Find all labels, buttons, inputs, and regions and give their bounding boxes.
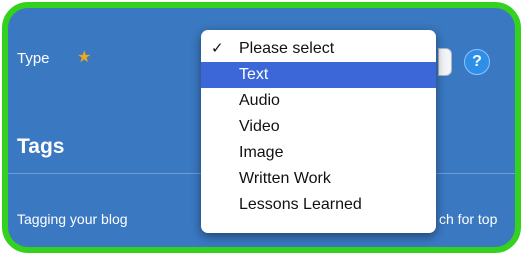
- tags-description-right: ch for top: [439, 211, 498, 227]
- option-label: Audio: [239, 92, 280, 109]
- option-please-select[interactable]: ✓ Please select: [201, 36, 436, 62]
- type-label: Type: [17, 50, 50, 67]
- option-text[interactable]: Text: [201, 62, 436, 88]
- required-star-icon: ★: [77, 49, 92, 66]
- help-button[interactable]: ?: [464, 49, 490, 75]
- option-video[interactable]: Video: [201, 114, 436, 140]
- option-label: Image: [239, 144, 284, 161]
- option-label: Please select: [239, 40, 335, 57]
- option-label: Text: [239, 66, 269, 83]
- option-audio[interactable]: Audio: [201, 88, 436, 114]
- tags-heading: Tags: [17, 135, 65, 158]
- option-label: Lessons Learned: [239, 196, 362, 213]
- option-lessons-learned[interactable]: Lessons Learned: [201, 192, 436, 218]
- checkmark-icon: ✓: [211, 40, 224, 57]
- option-label: Written Work: [239, 170, 331, 187]
- tags-description-left: Tagging your blog: [17, 211, 128, 227]
- option-image[interactable]: Image: [201, 140, 436, 166]
- option-written-work[interactable]: Written Work: [201, 166, 436, 192]
- type-dropdown-menu[interactable]: ✓ Please select Text Audio Video Image W…: [201, 30, 436, 233]
- option-label: Video: [239, 118, 280, 135]
- type-select[interactable]: [438, 48, 452, 76]
